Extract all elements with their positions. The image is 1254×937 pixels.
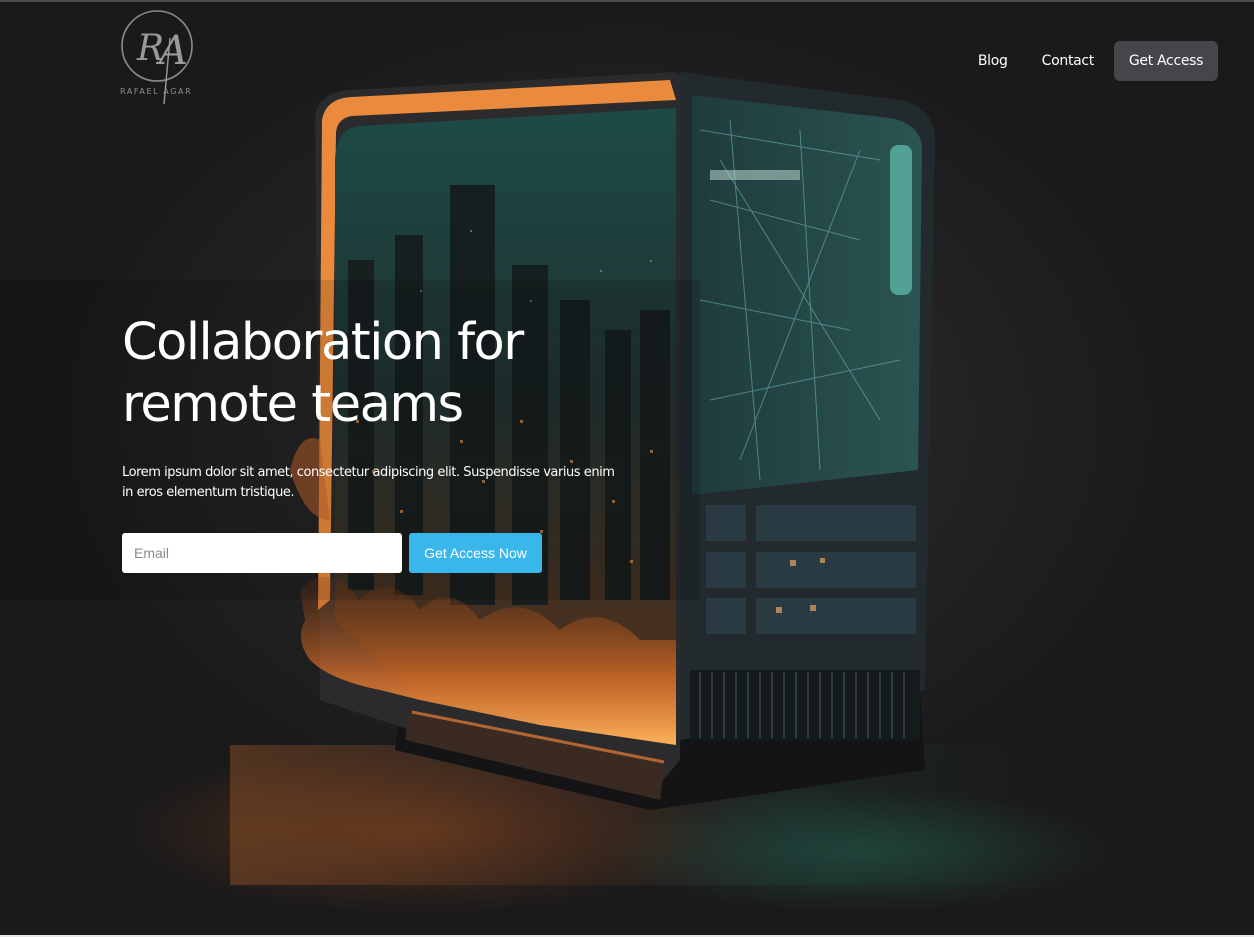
hero-headline: Collaboration for remote teams — [122, 313, 524, 434]
nav-link-blog[interactable]: Blog — [978, 53, 1008, 69]
hero-description: Lorem ipsum dolor sit amet, consectetur … — [122, 465, 615, 500]
get-access-button[interactable]: Get Access — [1114, 41, 1218, 81]
nav-link-contact[interactable]: Contact — [1042, 53, 1095, 69]
hero-section: R A RAFAEL AGAR Blog Contact Get Access … — [0, 0, 1254, 937]
signup-form: Get Access Now — [122, 533, 542, 573]
main-nav: Blog Contact Get Access — [978, 41, 1218, 81]
email-input[interactable] — [122, 533, 402, 573]
site-header: R A RAFAEL AGAR Blog Contact Get Access — [0, 0, 1254, 110]
svg-text:RAFAEL AGAR: RAFAEL AGAR — [120, 87, 192, 96]
svg-text:A: A — [155, 28, 188, 74]
get-access-now-button[interactable]: Get Access Now — [409, 533, 542, 573]
brand-logo[interactable]: R A RAFAEL AGAR — [120, 8, 202, 108]
